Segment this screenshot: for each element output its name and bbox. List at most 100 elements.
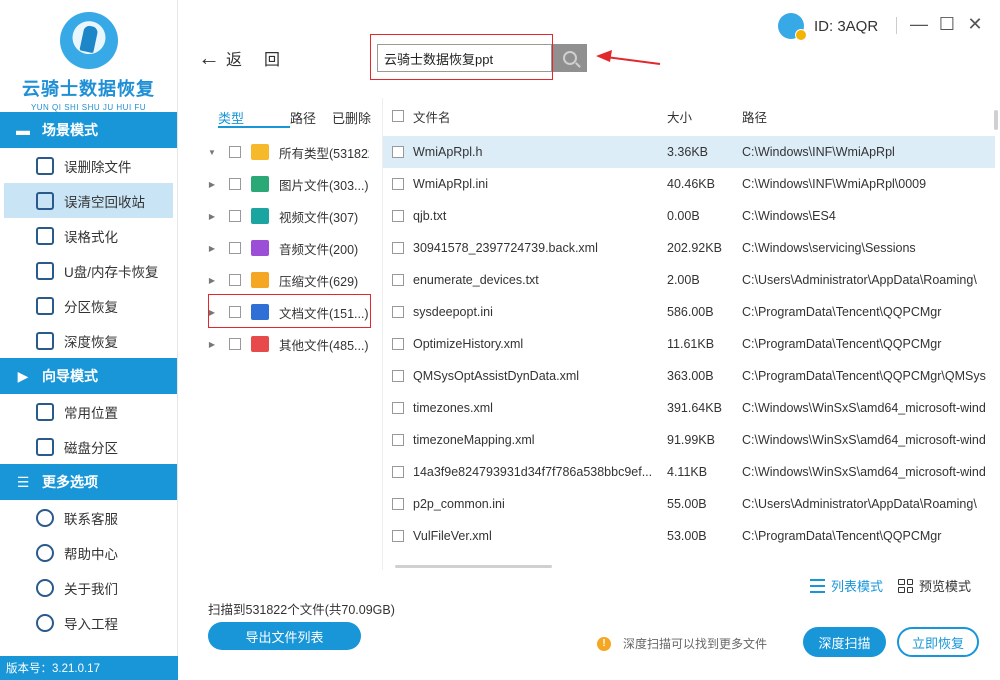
sidebar-item[interactable]: 误格式化 — [0, 218, 177, 253]
sidebar-item[interactable]: 分区恢复 — [0, 288, 177, 323]
row-checkbox[interactable] — [392, 338, 404, 350]
menu-icon: ☰ — [16, 473, 30, 490]
export-list-button[interactable]: 导出文件列表 — [208, 622, 361, 650]
table-row[interactable]: qjb.txt 0.00B C:\Windows\ES4 — [383, 200, 995, 232]
tip-text: 深度扫描可以找到更多文件 — [623, 637, 768, 651]
user-id[interactable]: ID: 3AQR — [778, 13, 879, 41]
caret-right-icon[interactable]: ▶ — [205, 180, 219, 189]
tab-type[interactable]: 类型 — [218, 108, 290, 128]
row-checkbox[interactable] — [392, 210, 404, 222]
tree-checkbox[interactable] — [229, 178, 241, 190]
caret-down-icon[interactable]: ▼ — [205, 148, 219, 157]
row-checkbox[interactable] — [392, 370, 404, 382]
caret-right-icon[interactable]: ▶ — [205, 212, 219, 221]
row-checkbox[interactable] — [392, 146, 404, 158]
tree-item[interactable]: ▶ 图片文件(303...) — [205, 168, 375, 200]
caret-right-icon[interactable]: ▶ — [205, 276, 219, 285]
search-button[interactable] — [553, 44, 587, 72]
row-checkbox[interactable] — [392, 530, 404, 542]
disk-icon — [36, 437, 54, 456]
user-id-label: ID: 3AQR — [814, 17, 879, 35]
sidebar-item[interactable]: 关于我们 — [0, 570, 177, 605]
sidebar-item[interactable]: U盘/内存卡恢复 — [0, 253, 177, 288]
tree-checkbox[interactable] — [229, 274, 241, 286]
sidebar-item[interactable]: 磁盘分区 — [0, 429, 177, 464]
tree-item[interactable]: ▶ 压缩文件(629) — [205, 264, 375, 296]
help-icon — [36, 543, 54, 562]
tree-item[interactable]: ▼ 所有类型(531822) — [205, 136, 375, 168]
table-row[interactable]: enumerate_devices.txt 2.00B C:\Users\Admin… — [383, 264, 995, 296]
table-row[interactable]: WmiApRpl.ini 40.46KB C:\Windows\INF\WmiApR… — [383, 168, 995, 200]
file-path-cell: C:\ProgramData\Tencent\QQPCMgr — [742, 305, 942, 319]
caret-right-icon[interactable]: ▶ — [205, 244, 219, 253]
file-type-icon — [251, 176, 269, 192]
tree-item[interactable]: ▶ 其他文件(485...) — [205, 328, 375, 360]
tree-checkbox[interactable] — [229, 146, 241, 158]
column-name[interactable]: 文件名 — [413, 107, 667, 126]
grid-icon — [898, 578, 913, 593]
import-icon — [36, 613, 54, 632]
recover-now-button[interactable]: 立即恢复 — [897, 627, 979, 657]
deep-scan-button[interactable]: 深度扫描 — [803, 627, 886, 657]
vertical-scrollbar[interactable] — [994, 110, 998, 130]
file-path-cell: C:\Users\Administrator\AppData\Roaming\ — [742, 273, 977, 287]
logo-mark-icon — [59, 12, 118, 69]
scan-icon — [36, 156, 54, 175]
row-checkbox[interactable] — [392, 178, 404, 190]
tab-path[interactable]: 路径 — [290, 108, 332, 128]
row-checkbox[interactable] — [392, 402, 404, 414]
sidebar-item[interactable]: 帮助中心 — [0, 535, 177, 570]
sidebar-item-label: 导入工程 — [64, 616, 118, 632]
table-row[interactable]: timezones.xml 391.64KB C:\Windows\WinSxS\a… — [383, 392, 995, 424]
sidebar-item[interactable]: 误删除文件 — [0, 148, 177, 183]
file-type-icon — [251, 336, 269, 352]
select-all-checkbox[interactable] — [392, 110, 404, 122]
tree-checkbox[interactable] — [229, 210, 241, 222]
guide-mode-icon: ▶ — [17, 367, 29, 384]
file-name-cell: p2p_common.ini — [413, 497, 505, 511]
table-row[interactable]: p2p_common.ini 55.00B C:\Users\Administrat… — [383, 488, 995, 520]
partition-icon — [36, 296, 54, 315]
row-checkbox[interactable] — [392, 242, 404, 254]
list-mode-button[interactable]: 列表模式 — [810, 576, 883, 595]
tree-checkbox[interactable] — [229, 338, 241, 350]
sidebar-item[interactable]: 深度恢复 — [0, 323, 177, 358]
table-row[interactable]: QMSysOptAssistDynData.xml 363.00B C:\Progr… — [383, 360, 995, 392]
logo-subtitle: YUN QI SHI SHU JU HUI FU — [30, 103, 147, 112]
table-row[interactable]: VulFileVer.xml 53.00B C:\ProgramData\Tence… — [383, 520, 995, 552]
row-checkbox[interactable] — [392, 274, 404, 286]
close-button[interactable]: ✕ — [964, 13, 986, 35]
tab-deleted[interactable]: 已删除 — [332, 108, 371, 128]
tree-item[interactable]: ▶ 音频文件(200) — [205, 232, 375, 264]
column-path[interactable]: 路径 — [742, 107, 995, 126]
table-row[interactable]: OptimizeHistory.xml 11.61KB C:\ProgramData… — [383, 328, 995, 360]
sidebar-item-label: 误清空回收站 — [64, 194, 145, 210]
maximize-button[interactable]: ☐ — [936, 13, 958, 35]
sidebar-item[interactable]: 联系客服 — [0, 500, 177, 535]
horizontal-scrollbar[interactable] — [395, 565, 552, 568]
row-checkbox[interactable] — [392, 498, 404, 510]
sidebar-item[interactable]: 常用位置 — [0, 394, 177, 429]
back-button[interactable]: ← 返 回 — [198, 46, 280, 70]
app-logo: 云骑士数据恢复 YUN QI SHI SHU JU HUI FU — [0, 0, 177, 112]
row-checkbox[interactable] — [392, 306, 404, 318]
table-row[interactable]: 14a3f9e824793931d34f7f786a538bbc9ef... 4.… — [383, 456, 995, 488]
table-row[interactable]: 30941578_2397724739.back.xml 202.92KB C:\W… — [383, 232, 995, 264]
table-row[interactable]: sysdeepopt.ini 586.00B C:\ProgramData\Tenc… — [383, 296, 995, 328]
table-row[interactable]: WmiApRpl.h 3.36KB C:\Windows\INF\WmiApRpl — [383, 136, 995, 168]
tree-checkbox[interactable] — [229, 242, 241, 254]
back-label-2: 回 — [264, 52, 281, 69]
preview-mode-button[interactable]: 预览模式 — [898, 576, 971, 595]
sidebar-item[interactable]: 导入工程 — [0, 605, 177, 640]
table-row[interactable]: timezoneMapping.xml 91.99KB C:\Windows\Win… — [383, 424, 995, 456]
minimize-button[interactable]: — — [908, 13, 930, 35]
caret-right-icon[interactable]: ▶ — [205, 340, 219, 349]
search-input[interactable] — [377, 44, 552, 72]
phone-icon — [36, 508, 54, 527]
row-checkbox[interactable] — [392, 434, 404, 446]
row-checkbox[interactable] — [392, 466, 404, 478]
column-size[interactable]: 大小 — [667, 107, 742, 126]
sidebar-item[interactable]: 误清空回收站 — [4, 183, 173, 218]
sidebar: 云骑士数据恢复 YUN QI SHI SHU JU HUI FU ▬ 场景模式 误删… — [0, 0, 178, 680]
tree-item[interactable]: ▶ 视频文件(307) — [205, 200, 375, 232]
